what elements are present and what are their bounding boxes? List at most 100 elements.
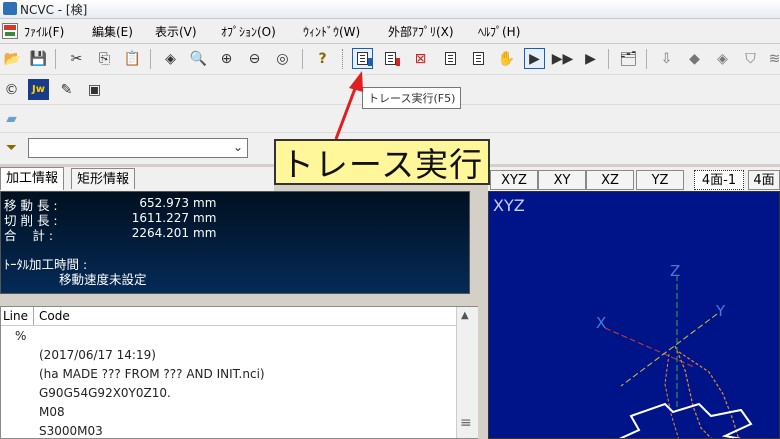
open-folder-icon[interactable]: 📂	[2, 48, 23, 69]
list-item[interactable]: M08	[39, 405, 65, 419]
play-icon[interactable]: ▶	[580, 48, 601, 69]
list-item[interactable]: G90G54G92X0Y0Z10.	[39, 386, 171, 400]
tool-path-group	[664, 345, 740, 438]
trace-page-icon[interactable]	[440, 48, 461, 69]
menu-view[interactable]: 表示(V)	[155, 23, 197, 40]
axis-z-label: Z	[670, 262, 680, 280]
part-outline	[618, 402, 753, 438]
menu-options[interactable]: ｵﾌﾟｼｮﾝ(O)	[221, 23, 276, 40]
tab-view-xyz[interactable]: XYZ	[490, 170, 538, 190]
tab-view-xz[interactable]: XZ	[586, 170, 634, 190]
tab-rectangle-info[interactable]: 矩形情報	[71, 168, 136, 189]
column-header-line[interactable]: Line	[3, 309, 28, 323]
menu-file[interactable]: ﾌｧｲﾙ(F)	[24, 23, 64, 40]
menu-window[interactable]: ｳｨﾝﾄﾞｳ(W)	[303, 23, 360, 40]
toolbar-separator	[55, 49, 56, 69]
trace-stop-icon[interactable]: ⊠	[410, 48, 431, 69]
dxf-convert-icon[interactable]: ©	[1, 79, 22, 100]
scroll-thumb-grip-icon[interactable]: ≡	[460, 415, 472, 431]
view-layer-icon[interactable]: ⛉	[740, 48, 761, 69]
fast-forward-icon[interactable]: ▶▶	[552, 48, 574, 69]
menu-external-apps[interactable]: 外部ｱﾌﾟﾘ(X)	[388, 23, 454, 40]
toolbar-separator	[302, 49, 303, 69]
axis-y-label: Y	[715, 302, 726, 320]
tab-view-yz[interactable]: YZ	[636, 170, 684, 190]
part-outline-group	[618, 402, 753, 438]
column-header-code[interactable]: Code	[39, 309, 70, 323]
chevron-down-icon[interactable]: ⌄	[233, 140, 243, 154]
view-rotate-icon[interactable]: ⇩	[656, 48, 677, 69]
cut-icon[interactable]: ✂	[66, 48, 87, 69]
code-list-header: Line Code	[1, 307, 456, 326]
jw-cad-icon[interactable]: Jw	[28, 79, 49, 100]
filter-funnel-icon[interactable]: ⏷	[1, 137, 22, 158]
column-divider[interactable]	[33, 307, 34, 325]
list-item[interactable]: (ha MADE ??? FROM ??? AND INIT.nci)	[39, 367, 265, 381]
toolbar-separator	[646, 49, 647, 69]
menu-edit[interactable]: 編集(E)	[92, 23, 133, 40]
zoom-previous-icon[interactable]: ◎	[272, 48, 293, 69]
title-bar: NCVC - [検]	[0, 0, 780, 19]
total-time-value: 移動速度未設定	[59, 272, 147, 287]
list-item[interactable]: S3000M03	[39, 424, 103, 438]
zoom-fit-icon[interactable]: 🔍	[188, 48, 209, 69]
toolbar-grip	[342, 49, 346, 69]
trace-step-icon[interactable]	[380, 48, 401, 69]
xyz-view-canvas[interactable]: X Y Z X Y Z	[488, 191, 780, 439]
annotation-callout: トレース実行	[274, 139, 490, 185]
tertiary-toolbar: ▰	[0, 105, 780, 133]
main-toolbar: 📂 💾 ✂ ⎘ 📋 ◈ 🔍 ⊕ ⊖ ◎ ? ⊠ ✋ ▶ ▶▶ ▶ 🗂 ⇩ ◆ ◈…	[0, 44, 780, 75]
app-window-icon	[3, 2, 17, 15]
cutting-length-unit: mm	[193, 211, 217, 225]
page-icon[interactable]: ▰	[1, 108, 22, 129]
toolbar-separator	[150, 49, 151, 69]
save-icon[interactable]: 💾	[28, 48, 49, 69]
tab-view-xy[interactable]: XY	[538, 170, 586, 190]
help-icon[interactable]: ?	[312, 48, 333, 69]
frame-view-icon[interactable]: ▣	[84, 79, 105, 100]
tab-view-four[interactable]: 4面	[748, 170, 780, 190]
trace-list-icon[interactable]	[468, 48, 489, 69]
zoom-in-icon[interactable]: ⊕	[216, 48, 237, 69]
cad-tool-icon[interactable]: ✎	[56, 79, 77, 100]
play-continuous-button[interactable]: ▶	[524, 48, 545, 69]
tooltip: トレース実行(F5)	[362, 87, 462, 109]
view-stack-icon[interactable]: ≋	[764, 48, 780, 69]
xyz-view-drawing: X Y Z	[596, 262, 753, 438]
view-solid-icon[interactable]: ◆	[684, 48, 705, 69]
code-line-marker[interactable]: %	[15, 329, 26, 343]
tab-view-four-1[interactable]: 4面-1	[694, 170, 744, 190]
paste-icon[interactable]: 📋	[122, 48, 143, 69]
menu-bar: ﾌｧｲﾙ(F) 編集(E) 表示(V) ｵﾌﾟｼｮﾝ(O) ｳｨﾝﾄﾞｳ(W) …	[0, 19, 780, 44]
travel-length-unit: mm	[193, 196, 217, 210]
total-length-label: 合 計 :	[4, 228, 54, 243]
total-length-unit: mm	[193, 226, 217, 240]
tool-path	[674, 345, 712, 438]
properties-icon[interactable]: 🗂	[618, 48, 639, 69]
layer-combo-box[interactable]: ⌄	[28, 138, 248, 158]
toolbar-separator	[608, 49, 609, 69]
zoom-out-icon[interactable]: ⊖	[244, 48, 265, 69]
cutting-length-value: 1611.227	[131, 211, 189, 225]
copy-icon[interactable]: ⎘	[94, 48, 115, 69]
window-title: NCVC - [検]	[20, 3, 88, 17]
trace-run-button[interactable]	[352, 48, 373, 69]
total-length-value: 2264.201	[131, 226, 189, 240]
view-wire-icon[interactable]: ◈	[712, 48, 733, 69]
tab-machining-info[interactable]: 加工情報	[0, 167, 65, 190]
document-system-menu-icon[interactable]	[2, 23, 18, 39]
nc-code-list[interactable]: Line Code % (2017/06/17 14:19) (ha MADE …	[0, 306, 478, 439]
vertical-scrollbar[interactable]: ▲ ≡	[456, 307, 478, 438]
left-tab-strip: 加工情報 矩形情報	[0, 167, 274, 191]
scroll-up-icon[interactable]: ▲	[461, 310, 469, 321]
machining-info-panel: 移 動 長 : 652.973 mm 切 削 長 : 1611.227 mm 合…	[0, 191, 470, 294]
list-item[interactable]: (2017/06/17 14:19)	[39, 348, 156, 362]
tool-path	[678, 351, 740, 438]
axes-group: X Y Z	[596, 262, 726, 407]
hand-pan-icon[interactable]: ✋	[496, 48, 517, 69]
menu-help[interactable]: ﾍﾙﾌﾟ(H)	[478, 23, 520, 40]
axis-x-line	[604, 327, 695, 368]
travel-length-value: 652.973	[139, 196, 189, 210]
layers-icon[interactable]: ◈	[160, 48, 181, 69]
axis-x-label: X	[596, 314, 606, 332]
